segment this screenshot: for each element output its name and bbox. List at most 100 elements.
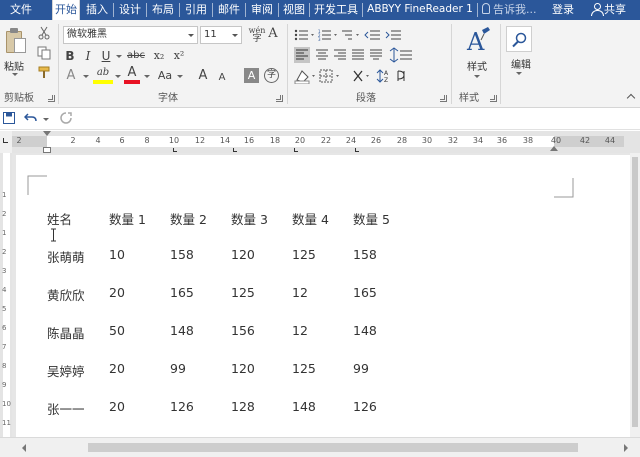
shading-borders-icons[interactable]: AZ	[294, 68, 414, 84]
superscript-button[interactable]: x²	[171, 48, 187, 66]
tab-file[interactable]: 文件	[0, 0, 42, 20]
change-case-button[interactable]: Aa	[155, 68, 175, 86]
tab-references[interactable]: 引用	[181, 0, 211, 20]
bold-button[interactable]: B	[63, 48, 77, 66]
table-cell[interactable]: 张一一	[47, 399, 109, 437]
horizontal-ruler[interactable]: 2 2 4 6 8 10 12 14 16 18 20 22 24 26 28 30 32 34 36 38 40 42 4…	[0, 131, 640, 153]
table-cell[interactable]: 吴婷婷	[47, 361, 109, 399]
font-size-combo[interactable]: 11	[200, 26, 242, 44]
table-cell[interactable]: 125	[231, 285, 292, 323]
font-name-combo[interactable]: 微软雅黑	[63, 26, 198, 44]
table-row[interactable]: 陈晶晶 50 148 156 12 148	[47, 323, 414, 361]
table-cell[interactable]: 20	[109, 399, 170, 437]
tab-view[interactable]: 视图	[280, 0, 308, 20]
table-cell[interactable]: 148	[292, 399, 353, 437]
share-button[interactable]: 共享	[591, 0, 626, 20]
table-cell[interactable]: 126	[353, 399, 414, 437]
table-cell[interactable]: 120	[231, 361, 292, 399]
paste-icon[interactable]	[6, 28, 26, 54]
text-effects-button[interactable]: A	[63, 68, 79, 86]
table-row[interactable]: 黄欣欣 20 165 125 12 165	[47, 285, 414, 323]
table-cell[interactable]: 158	[170, 247, 231, 285]
editing-dropdown-icon[interactable]	[516, 72, 522, 75]
copy-icon[interactable]	[37, 46, 51, 60]
italic-button[interactable]: I	[81, 48, 95, 66]
tab-stop-marker[interactable]	[355, 148, 359, 152]
underline-dropdown-icon[interactable]	[116, 55, 122, 58]
tab-insert[interactable]: 插入	[82, 0, 112, 20]
table-row[interactable]: 张一一 20 126 128 148 126	[47, 399, 414, 437]
paste-button[interactable]: 粘贴	[4, 58, 24, 73]
data-table[interactable]: 姓名 数量 1 数量 2 数量 3 数量 4 数量 5 张萌萌 10 158 120 125 158 黄…	[47, 209, 414, 437]
horizontal-scroll-thumb[interactable]	[88, 443, 578, 452]
table-cell[interactable]: 数量 1	[109, 209, 170, 247]
format-painter-icon[interactable]	[37, 66, 51, 80]
editing-button[interactable]: 编辑	[506, 56, 536, 71]
highlight-button[interactable]: ab	[93, 66, 113, 84]
clipboard-launcher-icon[interactable]	[48, 95, 55, 102]
tab-stop-marker[interactable]	[294, 148, 298, 152]
tab-developer[interactable]: 开发工具	[311, 0, 361, 20]
paste-dropdown-icon[interactable]	[12, 73, 18, 76]
collapse-ribbon-icon[interactable]	[626, 93, 636, 103]
paragraph-launcher-icon[interactable]	[440, 95, 447, 102]
enclose-characters-button[interactable]: 字	[264, 68, 279, 83]
table-cell[interactable]: 148	[353, 323, 414, 361]
table-cell[interactable]: 数量 2	[170, 209, 231, 247]
character-shading-button[interactable]: A	[244, 68, 259, 83]
tab-stop-marker[interactable]	[233, 148, 237, 152]
table-cell[interactable]: 10	[109, 247, 170, 285]
table-cell[interactable]: 数量 3	[231, 209, 292, 247]
table-cell[interactable]: 128	[231, 399, 292, 437]
subscript-button[interactable]: x₂	[151, 48, 167, 66]
table-cell[interactable]: 20	[109, 285, 170, 323]
table-cell[interactable]: 数量 5	[353, 209, 414, 247]
table-cell[interactable]: 99	[353, 361, 414, 399]
cut-icon[interactable]	[37, 26, 51, 40]
table-cell[interactable]: 126	[170, 399, 231, 437]
font-color-button[interactable]: A	[124, 66, 140, 84]
table-cell[interactable]: 20	[109, 361, 170, 399]
table-cell[interactable]: 148	[170, 323, 231, 361]
tab-review[interactable]: 审阅	[247, 0, 277, 20]
table-cell[interactable]: 125	[292, 361, 353, 399]
table-cell[interactable]: 12	[292, 323, 353, 361]
styles-launcher-icon[interactable]	[490, 95, 497, 102]
login-link[interactable]: 登录	[552, 0, 574, 20]
change-case-dropdown-icon[interactable]	[177, 75, 183, 78]
underline-button[interactable]: U	[99, 48, 113, 66]
first-line-indent-marker[interactable]	[43, 131, 51, 136]
save-icon[interactable]	[3, 112, 15, 124]
strikethrough-button[interactable]: abc	[125, 48, 147, 66]
tab-layout[interactable]: 布局	[148, 0, 178, 20]
redo-icon[interactable]	[60, 112, 72, 124]
table-cell[interactable]: 12	[292, 285, 353, 323]
table-header-row[interactable]: 姓名 数量 1 数量 2 数量 3 数量 4 数量 5	[47, 209, 414, 247]
scroll-left-icon[interactable]	[22, 444, 26, 452]
table-cell[interactable]: 165	[170, 285, 231, 323]
horizontal-scrollbar[interactable]	[0, 437, 640, 457]
tab-home[interactable]: 开始	[52, 0, 80, 20]
shrink-font-button[interactable]: A	[216, 70, 228, 88]
tab-selector[interactable]	[0, 131, 12, 153]
tab-stop-marker[interactable]	[173, 148, 177, 152]
vertical-scroll-thumb[interactable]	[632, 157, 638, 427]
font-size-dropdown-icon[interactable]	[232, 34, 238, 37]
undo-dropdown-icon[interactable]	[43, 118, 49, 121]
table-row[interactable]: 吴婷婷 20 99 120 125 99	[47, 361, 414, 399]
editing-icon-box[interactable]	[506, 26, 532, 52]
font-name-dropdown-icon[interactable]	[188, 34, 194, 37]
clear-formatting-button[interactable]: A	[264, 26, 282, 44]
font-color-dropdown-icon[interactable]	[144, 75, 150, 78]
table-cell[interactable]: 50	[109, 323, 170, 361]
table-cell[interactable]: 黄欣欣	[47, 285, 109, 323]
text-effects-dropdown-icon[interactable]	[83, 75, 89, 78]
right-indent-marker[interactable]	[550, 146, 558, 151]
alignment-buttons-icons[interactable]	[294, 47, 414, 63]
vertical-scrollbar[interactable]	[630, 153, 640, 437]
table-cell[interactable]: 数量 4	[292, 209, 353, 247]
vertical-ruler[interactable]: 1 2 1 2 3 4 5 6 7 8 9 10 11	[0, 153, 12, 437]
scroll-right-icon[interactable]	[624, 444, 628, 452]
table-cell[interactable]: 158	[353, 247, 414, 285]
table-row[interactable]: 张萌萌 10 158 120 125 158	[47, 247, 414, 285]
